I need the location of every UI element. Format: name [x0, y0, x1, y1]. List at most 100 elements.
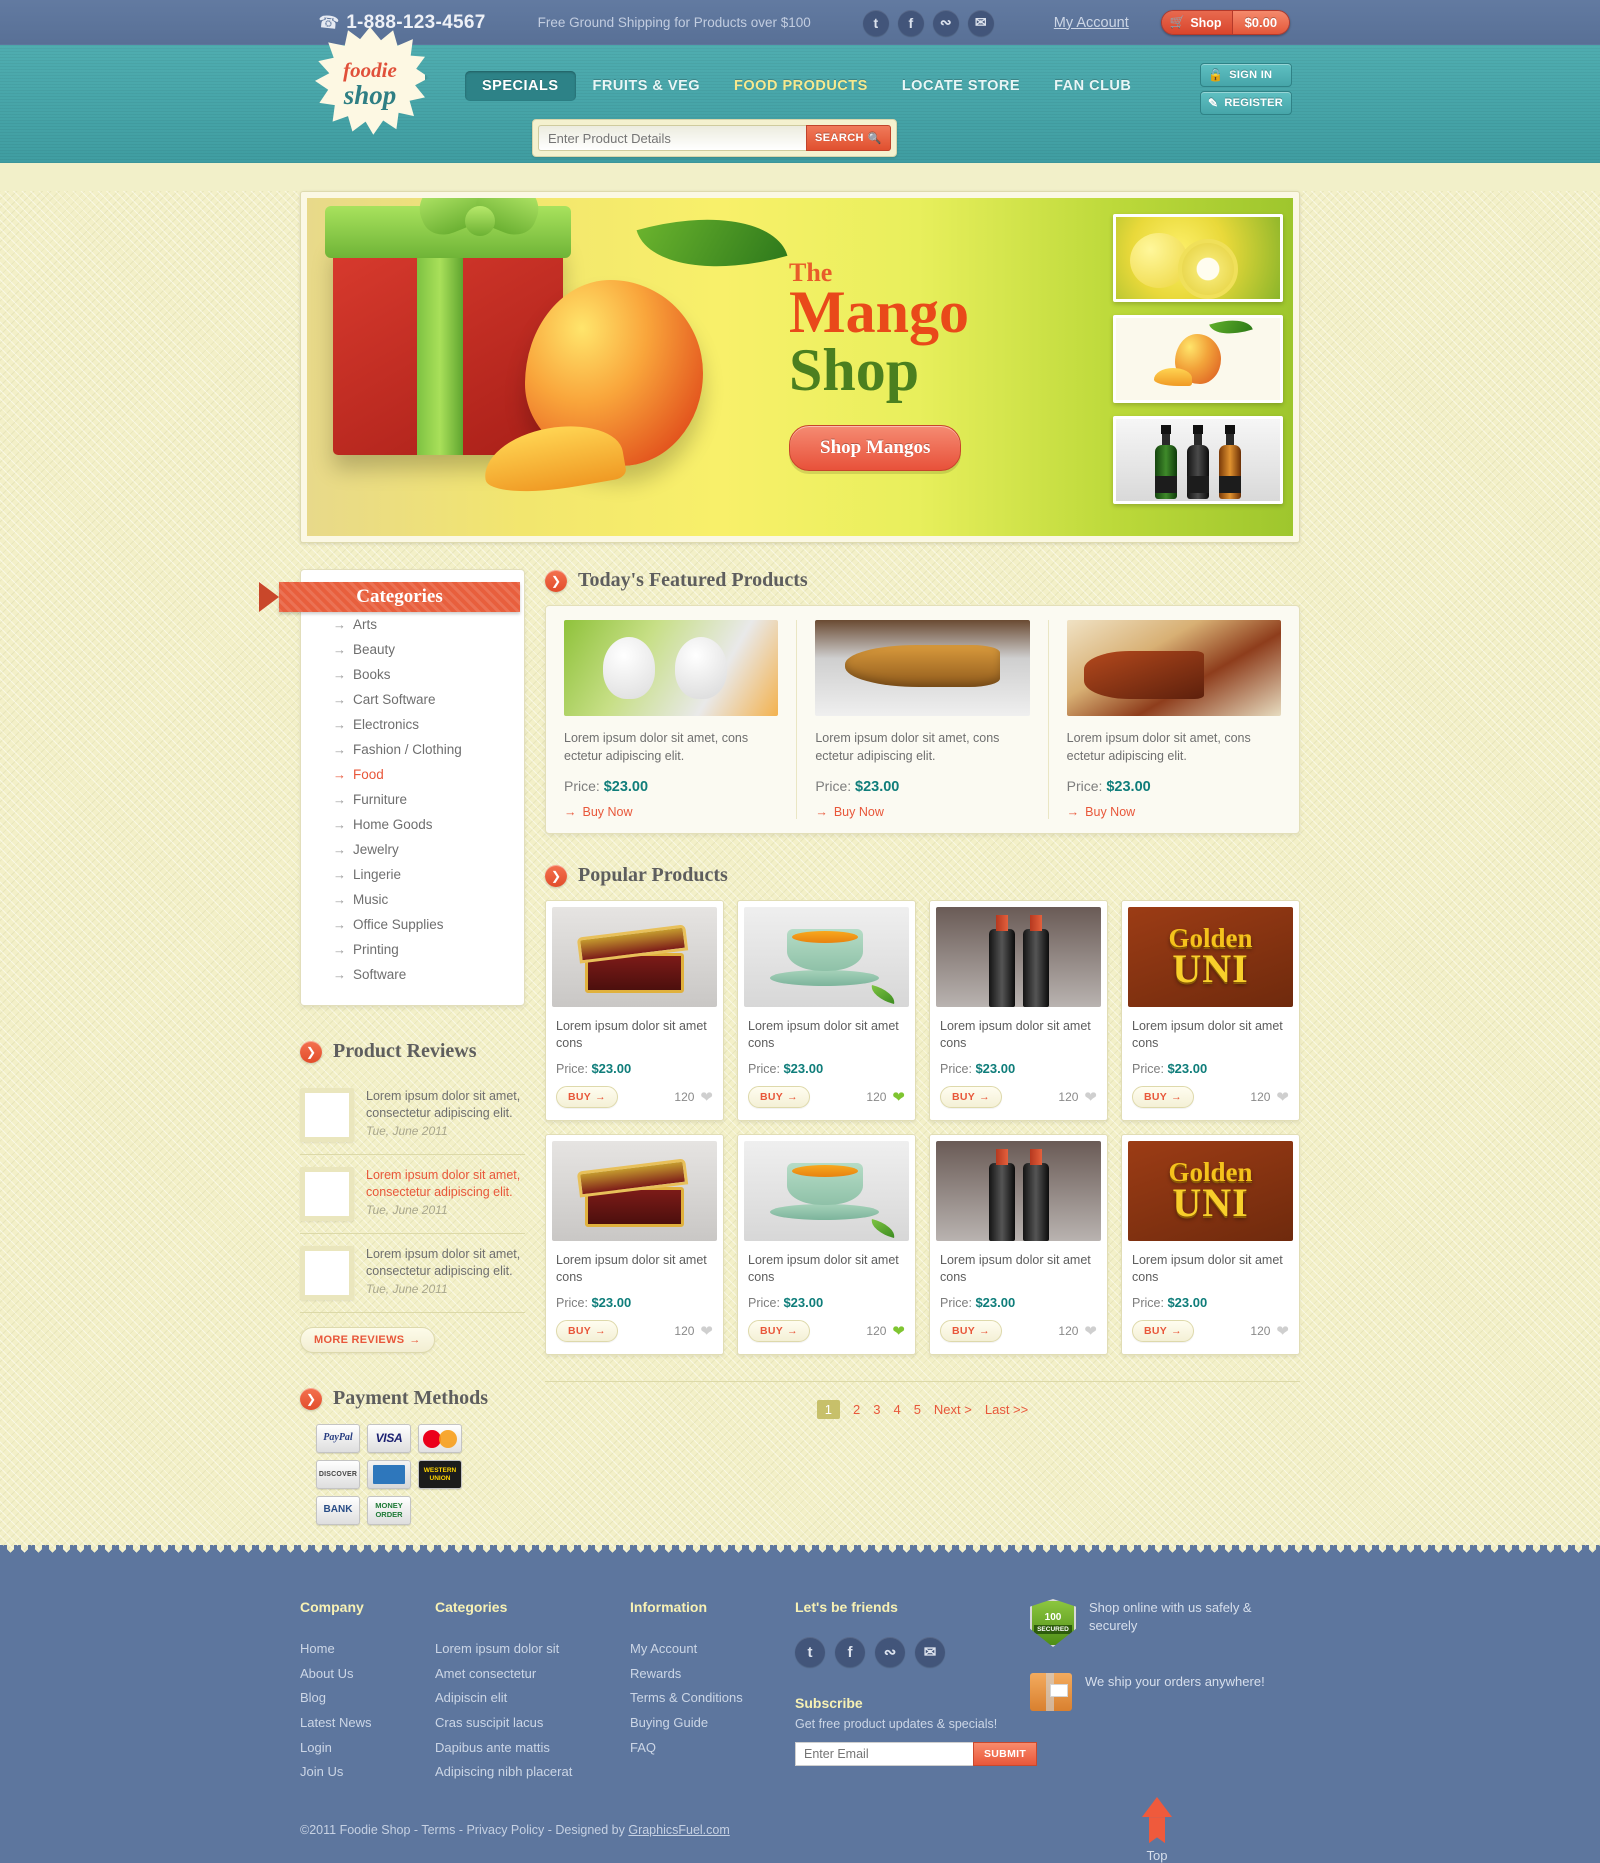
wooden-fish-image[interactable] [815, 620, 1030, 716]
review-item[interactable]: Lorem ipsum dolor sit amet, consectetur … [300, 1076, 525, 1155]
buy-button[interactable]: BUY → [1132, 1320, 1194, 1342]
page-4[interactable]: 4 [893, 1402, 900, 1417]
buy-button[interactable]: BUY → [556, 1320, 618, 1342]
product-card[interactable]: Lorem ipsum dolor sit amet cons Price: $… [929, 900, 1108, 1121]
page-2[interactable]: 2 [853, 1402, 860, 1417]
facebook-icon[interactable]: f [835, 1637, 865, 1667]
cart-button[interactable]: 🛒 Shop $0.00 [1160, 10, 1291, 35]
like-counter[interactable]: 120 ❤ [674, 1322, 713, 1340]
wine-bottles-image[interactable] [936, 1141, 1101, 1241]
facebook-icon[interactable]: f [897, 9, 924, 36]
register-button[interactable]: ✎ REGISTER [1200, 91, 1292, 115]
footer-link-blog[interactable]: Blog [300, 1686, 413, 1711]
buy-button[interactable]: BUY → [1132, 1086, 1194, 1108]
buy-button[interactable]: BUY → [748, 1086, 810, 1108]
designer-link[interactable]: GraphicsFuel.com [628, 1823, 729, 1837]
footer-link-login[interactable]: Login [300, 1736, 413, 1761]
heart-icon[interactable]: ❤ [700, 1088, 713, 1106]
category-item-office-supplies[interactable]: Office Supplies [333, 912, 524, 937]
category-item-food[interactable]: Food [333, 762, 524, 787]
review-item[interactable]: Lorem ipsum dolor sit amet, consectetur … [300, 1234, 525, 1313]
heart-icon[interactable]: ❤ [1276, 1322, 1289, 1340]
mango-thumbnail[interactable] [1113, 315, 1283, 403]
footer-link-latest-news[interactable]: Latest News [300, 1711, 413, 1736]
like-counter[interactable]: 120 ❤ [674, 1088, 713, 1106]
bottles-thumbnail[interactable] [1113, 416, 1283, 504]
wine-bottles-image[interactable] [936, 907, 1101, 1007]
buy-now-link[interactable]: Buy Now [564, 805, 778, 819]
heart-icon[interactable]: ❤ [1276, 1088, 1289, 1106]
shop-mangos-button[interactable]: Shop Mangos [789, 425, 962, 472]
sheep-figurines-image[interactable] [564, 620, 779, 716]
treasure-chest-image[interactable] [552, 1141, 717, 1241]
product-card[interactable]: Golden UNI Lorem ipsum dolor sit amet co… [1121, 900, 1300, 1121]
my-account-link[interactable]: My Account [1054, 15, 1129, 31]
buy-button[interactable]: BUY → [940, 1086, 1002, 1108]
buy-now-link[interactable]: Buy Now [1067, 805, 1281, 819]
product-card[interactable]: Lorem ipsum dolor sit amet cons Price: $… [545, 1134, 724, 1355]
submit-button[interactable]: SUBMIT [973, 1742, 1038, 1766]
heart-icon[interactable]: ❤ [1084, 1088, 1097, 1106]
page-5[interactable]: 5 [914, 1402, 921, 1417]
buy-button[interactable]: BUY → [940, 1320, 1002, 1342]
sign-in-button[interactable]: 🔒 SIGN IN [1200, 63, 1292, 87]
footer-category-link-3[interactable]: Adipiscin elit [435, 1686, 608, 1711]
category-item-furniture[interactable]: Furniture [333, 787, 524, 812]
nav-item-food-products[interactable]: FOOD PRODUCTS [717, 71, 885, 101]
page-1[interactable]: 1 [816, 1400, 840, 1419]
buy-now-link[interactable]: Buy Now [815, 805, 1029, 819]
category-item-cart-software[interactable]: Cart Software [333, 687, 524, 712]
next-page-link[interactable]: Next > [934, 1402, 972, 1417]
featured-product-card[interactable]: Lorem ipsum dolor sit amet, cons ectetur… [797, 620, 1049, 819]
search-input[interactable] [538, 125, 807, 151]
category-item-beauty[interactable]: Beauty [333, 637, 524, 662]
more-reviews-button[interactable]: MORE REVIEWS → [300, 1327, 435, 1353]
like-counter[interactable]: 120 ❤ [1250, 1322, 1289, 1340]
wooden-toy-image[interactable] [1066, 620, 1281, 716]
footer-category-link-6[interactable]: Adipiscing nibh placerat [435, 1760, 608, 1785]
rss-icon[interactable]: ∾ [932, 9, 959, 36]
footer-category-link-4[interactable]: Cras suscipit lacus [435, 1711, 608, 1736]
category-item-fashion-clothing[interactable]: Fashion / Clothing [333, 737, 524, 762]
golden-uni-image[interactable]: Golden UNI [1128, 1141, 1293, 1241]
category-item-music[interactable]: Music [333, 887, 524, 912]
footer-link-rewards[interactable]: Rewards [630, 1662, 773, 1687]
product-card[interactable]: Lorem ipsum dolor sit amet cons Price: $… [929, 1134, 1108, 1355]
category-item-printing[interactable]: Printing [333, 937, 524, 962]
footer-link-about-us[interactable]: About Us [300, 1662, 413, 1687]
last-page-link[interactable]: Last >> [985, 1402, 1028, 1417]
like-counter[interactable]: 120 ❤ [866, 1088, 905, 1106]
golden-uni-image[interactable]: Golden UNI [1128, 907, 1293, 1007]
featured-product-card[interactable]: Lorem ipsum dolor sit amet, cons ectetur… [546, 620, 798, 819]
category-item-electronics[interactable]: Electronics [333, 712, 524, 737]
product-card[interactable]: Lorem ipsum dolor sit amet cons Price: $… [737, 1134, 916, 1355]
footer-link-my-account[interactable]: My Account [630, 1637, 773, 1662]
hero-banner[interactable]: The Mango Shop Shop Mangos [300, 191, 1300, 543]
cart-total[interactable]: $0.00 [1232, 11, 1290, 34]
tea-cup-image[interactable] [744, 907, 909, 1007]
footer-link-join-us[interactable]: Join Us [300, 1760, 413, 1785]
like-counter[interactable]: 120 ❤ [1058, 1088, 1097, 1106]
footer-link-buying-guide[interactable]: Buying Guide [630, 1711, 773, 1736]
nav-item-fruits-veg[interactable]: FRUITS & VEG [576, 71, 718, 101]
email-input[interactable] [795, 1742, 973, 1766]
nav-item-specials[interactable]: SPECIALS [465, 71, 576, 101]
review-item[interactable]: Lorem ipsum dolor sit amet, consectetur … [300, 1155, 525, 1234]
category-item-arts[interactable]: Arts [333, 612, 524, 637]
page-3[interactable]: 3 [873, 1402, 880, 1417]
buy-button[interactable]: BUY → [748, 1320, 810, 1342]
category-item-home-goods[interactable]: Home Goods [333, 812, 524, 837]
product-card[interactable]: Lorem ipsum dolor sit amet cons Price: $… [737, 900, 916, 1121]
footer-link-terms-conditions[interactable]: Terms & Conditions [630, 1686, 773, 1711]
product-card[interactable]: Golden UNI Lorem ipsum dolor sit amet co… [1121, 1134, 1300, 1355]
footer-link-faq[interactable]: FAQ [630, 1736, 773, 1761]
search-button[interactable]: SEARCH 🔍 [806, 125, 891, 151]
like-counter[interactable]: 120 ❤ [1058, 1322, 1097, 1340]
footer-link-home[interactable]: Home [300, 1637, 413, 1662]
heart-icon[interactable]: ❤ [892, 1322, 905, 1340]
nav-item-locate-store[interactable]: LOCATE STORE [885, 71, 1037, 101]
like-counter[interactable]: 120 ❤ [866, 1322, 905, 1340]
footer-category-link-5[interactable]: Dapibus ante mattis [435, 1736, 608, 1761]
footer-category-link-2[interactable]: Amet consectetur [435, 1662, 608, 1687]
heart-icon[interactable]: ❤ [1084, 1322, 1097, 1340]
